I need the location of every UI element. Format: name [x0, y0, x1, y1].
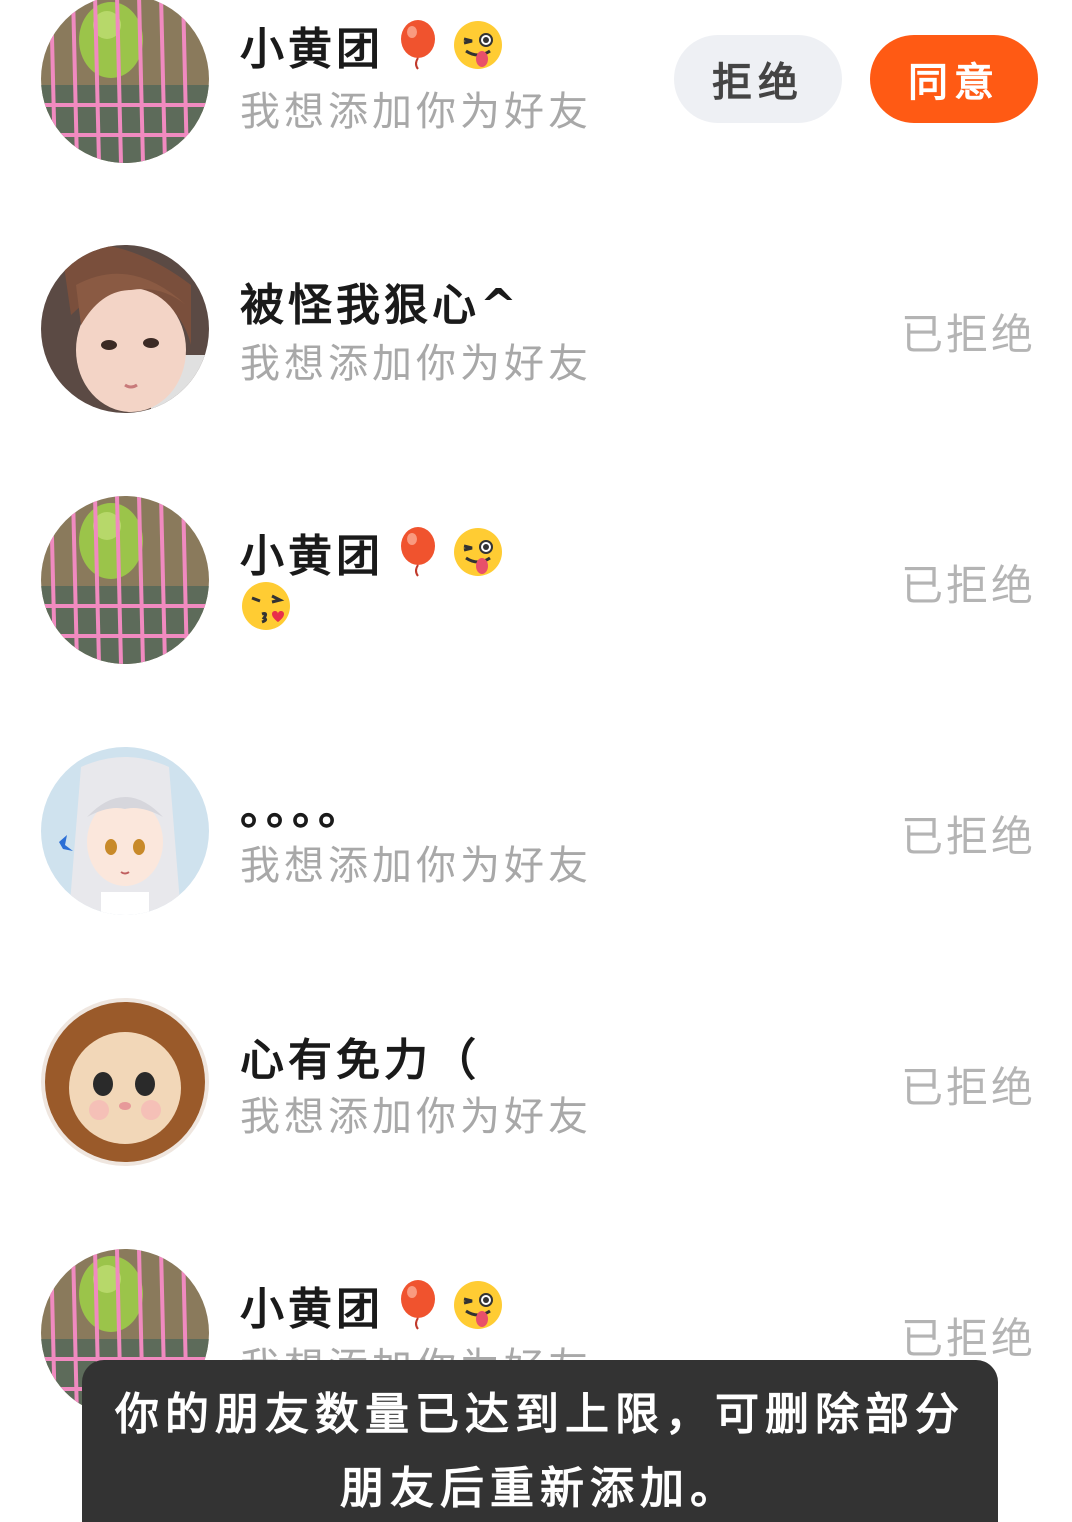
- toast-line-1: 你的朋友数量已达到上限，可删除部分: [115, 1389, 965, 1440]
- request-row[interactable]: 被怪我狠心^ 我想添加你为好友 已拒绝: [0, 245, 1072, 496]
- requester-name: 心有免力（: [240, 1024, 480, 1088]
- winking-tongue-emoji: [454, 21, 502, 69]
- balloon-emoji: [401, 20, 435, 70]
- rejected-status: 已拒绝: [900, 310, 1036, 359]
- accept-button[interactable]: 同意: [870, 35, 1038, 123]
- balloon-emoji: [401, 527, 435, 577]
- girl-avatar[interactable]: [41, 245, 209, 413]
- requester-name-text: 。。。。: [240, 784, 366, 835]
- parrot-cage-avatar[interactable]: [41, 496, 209, 664]
- reject-button[interactable]: 拒绝: [674, 35, 842, 123]
- requester-name: 被怪我狠心^: [240, 269, 521, 333]
- rejected-status: 已拒绝: [900, 812, 1036, 861]
- requester-name-text: 被怪我狠心^: [240, 280, 521, 331]
- parrot-cage-avatar[interactable]: [41, 0, 209, 163]
- toast-line-2: 朋友后重新添加。: [340, 1463, 740, 1514]
- cat-lion-hat-avatar[interactable]: [41, 998, 209, 1166]
- requester-name-text: 小黄团: [240, 24, 384, 75]
- request-message: 我想添加你为好友: [240, 1094, 592, 1140]
- requester-name: 小黄团: [240, 1273, 504, 1337]
- requester-name-text: 小黄团: [240, 1284, 384, 1335]
- winking-tongue-emoji: [454, 1281, 502, 1329]
- request-message: 我想添加你为好友: [240, 341, 592, 387]
- rejected-status: 已拒绝: [900, 1063, 1036, 1112]
- rejected-status: 已拒绝: [900, 1314, 1036, 1363]
- request-message: 我想添加你为好友: [240, 843, 592, 889]
- rejected-status: 已拒绝: [900, 561, 1036, 610]
- requester-name-text: 心有免力（: [240, 1035, 480, 1086]
- request-row[interactable]: 小黄团 已拒绝: [0, 496, 1072, 747]
- friend-requests-page: 小黄团 我想添加你为好友 拒绝 同意 被怪我狠心^ 我想添加你为好友 已拒绝 小…: [0, 0, 1072, 1522]
- winking-tongue-emoji: [454, 528, 502, 576]
- requester-name: 小黄团: [240, 520, 504, 584]
- requester-name: 小黄团: [240, 13, 504, 77]
- balloon-emoji: [401, 1280, 435, 1330]
- request-row[interactable]: 心有免力（ 我想添加你为好友 已拒绝: [0, 998, 1072, 1249]
- request-row[interactable]: 小黄团 我想添加你为好友 拒绝 同意: [0, 0, 1072, 246]
- request-message: [240, 580, 292, 642]
- request-row[interactable]: 。。。。 我想添加你为好友 已拒绝: [0, 747, 1072, 998]
- requester-name: 。。。。: [240, 773, 366, 837]
- friend-limit-toast: 你的朋友数量已达到上限，可删除部分 朋友后重新添加。: [82, 1360, 998, 1522]
- kissing-heart-emoji: [242, 582, 290, 630]
- request-message: 我想添加你为好友: [240, 89, 592, 135]
- requester-name-text: 小黄团: [240, 531, 384, 582]
- anime-girl-avatar[interactable]: [41, 747, 209, 915]
